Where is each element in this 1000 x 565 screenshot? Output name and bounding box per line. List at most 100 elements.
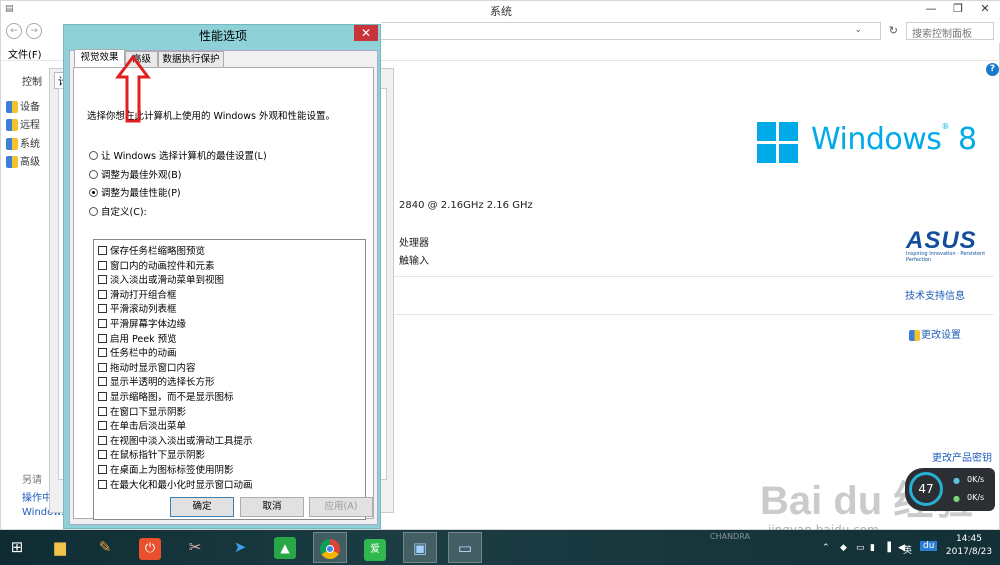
minimize-button[interactable]: —	[917, 1, 945, 17]
search-input[interactable]: 搜索控制面板	[906, 22, 994, 40]
download-speed: 0K/s	[967, 493, 985, 502]
file-explorer-icon[interactable]: ▆	[43, 532, 77, 563]
shield-icon	[909, 329, 920, 341]
effects-list[interactable]: 保存任务栏缩略图预览 窗口内的动画控件和元素 淡入淡出或滑动菜单到视图 滑动打开…	[93, 239, 366, 520]
tab-visual-effects[interactable]: 视觉效果	[74, 49, 125, 67]
clock-date: 2017/8/23	[945, 547, 993, 557]
network-icon[interactable]: ▐	[884, 543, 891, 553]
radio-button[interactable]	[89, 151, 98, 160]
shield-icon	[6, 119, 18, 131]
sidebar-item-remote[interactable]: 远程	[6, 116, 40, 131]
divider	[394, 314, 994, 315]
green-app-icon[interactable]: ▲	[268, 532, 302, 563]
effect-checkbox[interactable]: 保存任务栏缩略图预览	[98, 243, 205, 257]
visual-effects-page: 选择你想在此计算机上使用的 Windows 外观和性能设置。 让 Windows…	[73, 67, 374, 520]
bird-app-icon[interactable]: ➤	[223, 532, 257, 563]
effect-checkbox[interactable]: 平滑滚动列表框	[98, 301, 177, 315]
see-also-label: 另请	[22, 475, 42, 486]
effect-checkbox[interactable]: 在单击后淡出菜单	[98, 418, 186, 432]
chrome-icon[interactable]	[313, 532, 347, 563]
effect-checkbox[interactable]: 滑动打开组合框	[98, 287, 177, 301]
shield-icon	[6, 101, 18, 113]
effect-checkbox[interactable]: 显示缩略图，而不是显示图标	[98, 389, 234, 403]
radio-button[interactable]	[89, 207, 98, 216]
tray-flag-icon[interactable]: ▮	[870, 543, 875, 553]
close-window-button[interactable]: ✕	[971, 1, 999, 17]
shield-icon	[6, 138, 18, 150]
effect-checkbox[interactable]: 显示半透明的选择长方形	[98, 374, 215, 388]
upload-arrow-icon: ●	[953, 476, 960, 485]
oem-tagline: Inspiring Innovation · Persistent Perfec…	[906, 251, 986, 263]
support-info-link[interactable]: 技术支持信息	[905, 287, 965, 302]
refresh-icon[interactable]: ↻	[889, 24, 898, 37]
divider	[394, 276, 994, 277]
scissors-app-icon[interactable]: ✂	[178, 532, 212, 563]
help-icon[interactable]: ?	[986, 63, 999, 76]
effect-checkbox[interactable]: 窗口内的动画控件和元素	[98, 258, 215, 272]
speed-badge: 47	[909, 472, 943, 506]
touch-info: 触输入	[399, 256, 429, 267]
dialog-title: 性能选项	[198, 29, 247, 43]
title-bar: ▤ 系统 — ❐ ✕	[1, 1, 1000, 18]
ok-button[interactable]: 确定	[170, 497, 234, 517]
tray-chevron-icon[interactable]: ⌃	[822, 543, 830, 553]
sidebar-item-system[interactable]: 系统	[6, 135, 40, 150]
dialog-close-button[interactable]: ✕	[354, 25, 378, 41]
sidebar-item-advanced[interactable]: 高级	[6, 153, 40, 168]
iqiyi-icon[interactable]: 爱	[358, 532, 392, 563]
paint-icon[interactable]: ✎	[88, 532, 122, 563]
effect-checkbox[interactable]: 启用 Peek 预览	[98, 331, 177, 345]
address-box[interactable]: ⌄ ↻	[381, 22, 898, 40]
maximize-button[interactable]: ❐	[944, 1, 972, 17]
processor-info: 处理器	[399, 238, 429, 249]
radio-best-performance[interactable]: 调整为最佳性能(P)	[89, 185, 181, 199]
effect-checkbox[interactable]: 在窗口下显示阴影	[98, 404, 186, 418]
effect-checkbox[interactable]: 在最大化和最小化时显示窗口动画	[98, 477, 253, 491]
tray-app-icon[interactable]: ◆	[840, 543, 847, 553]
sidebar-header[interactable]: 控制	[22, 73, 42, 88]
ime-indicator[interactable]: 英	[903, 543, 912, 556]
radio-button-selected[interactable]	[89, 188, 98, 197]
baidu-ime-icon[interactable]: du	[920, 541, 938, 551]
sidebar-item-device[interactable]: 设备	[6, 98, 40, 113]
windows-edition-logo: Windows® 8	[811, 122, 977, 157]
radio-let-windows-choose[interactable]: 让 Windows 选择计算机的最佳设置(L)	[89, 148, 267, 162]
change-product-key-link[interactable]: 更改产品密钥	[932, 449, 992, 464]
effect-checkbox[interactable]: 在鼠标指针下显示阴影	[98, 447, 205, 461]
radio-best-appearance[interactable]: 调整为最佳外观(B)	[89, 167, 181, 181]
radio-button[interactable]	[89, 170, 98, 179]
effect-checkbox[interactable]: 任务栏中的动画	[98, 345, 177, 359]
control-panel-icon[interactable]: ▣	[403, 532, 437, 563]
change-settings-link[interactable]: 更改设置	[909, 326, 961, 341]
tab-dep[interactable]: 数据执行保护	[158, 51, 224, 67]
clock-time: 14:45	[956, 534, 982, 544]
windows-start-icon[interactable]: ⊞	[0, 532, 34, 563]
windows-logo-icon	[757, 122, 799, 164]
cpu-info: 2840 @ 2.16GHz 2.16 GHz	[399, 200, 533, 211]
effect-checkbox[interactable]: 拖动时显示窗口内容	[98, 360, 196, 374]
back-arrow-icon[interactable]: ←	[6, 23, 22, 39]
effect-checkbox[interactable]: 在视图中淡入淡出或滑动工具提示	[98, 433, 253, 447]
search-placeholder: 搜索控制面板	[912, 29, 972, 40]
window-title: 系统	[490, 5, 512, 18]
wallpaper-text: CHANDRA	[710, 532, 750, 541]
forward-arrow-icon[interactable]: →	[26, 23, 42, 39]
download-arrow-icon: ●	[953, 494, 960, 503]
shield-icon	[6, 156, 18, 168]
network-speed-widget[interactable]: 47 ● 0K/s ● 0K/s	[905, 468, 995, 511]
apply-button[interactable]: 应用(A)	[309, 497, 373, 517]
effect-checkbox[interactable]: 淡入淡出或滑动菜单到视图	[98, 272, 224, 286]
battery-icon[interactable]: ▭	[856, 543, 865, 553]
menu-file[interactable]: 文件(F)	[8, 46, 42, 61]
power-app-icon[interactable]: ⏻	[133, 532, 167, 563]
effect-checkbox[interactable]: 平滑屏幕字体边缘	[98, 316, 186, 330]
taskbar: ⊞ ▆ ✎ ⏻ ✂ ➤ ▲ 爱 ▣ ▭	[0, 530, 1000, 565]
dropdown-chevron-icon[interactable]: ⌄	[854, 25, 862, 35]
effect-checkbox[interactable]: 在桌面上为图标标签使用阴影	[98, 462, 234, 476]
performance-options-dialog: 性能选项 ✕ 视觉效果 高级 数据执行保护 选择你想在此计算机上使用的 Wind…	[63, 24, 381, 529]
upload-speed: 0K/s	[967, 475, 985, 484]
taskbar-clock[interactable]: 14:45 2017/8/23	[940, 533, 998, 559]
system-window-icon[interactable]: ▭	[448, 532, 482, 563]
radio-custom[interactable]: 自定义(C):	[89, 204, 147, 218]
cancel-button[interactable]: 取消	[240, 497, 304, 517]
